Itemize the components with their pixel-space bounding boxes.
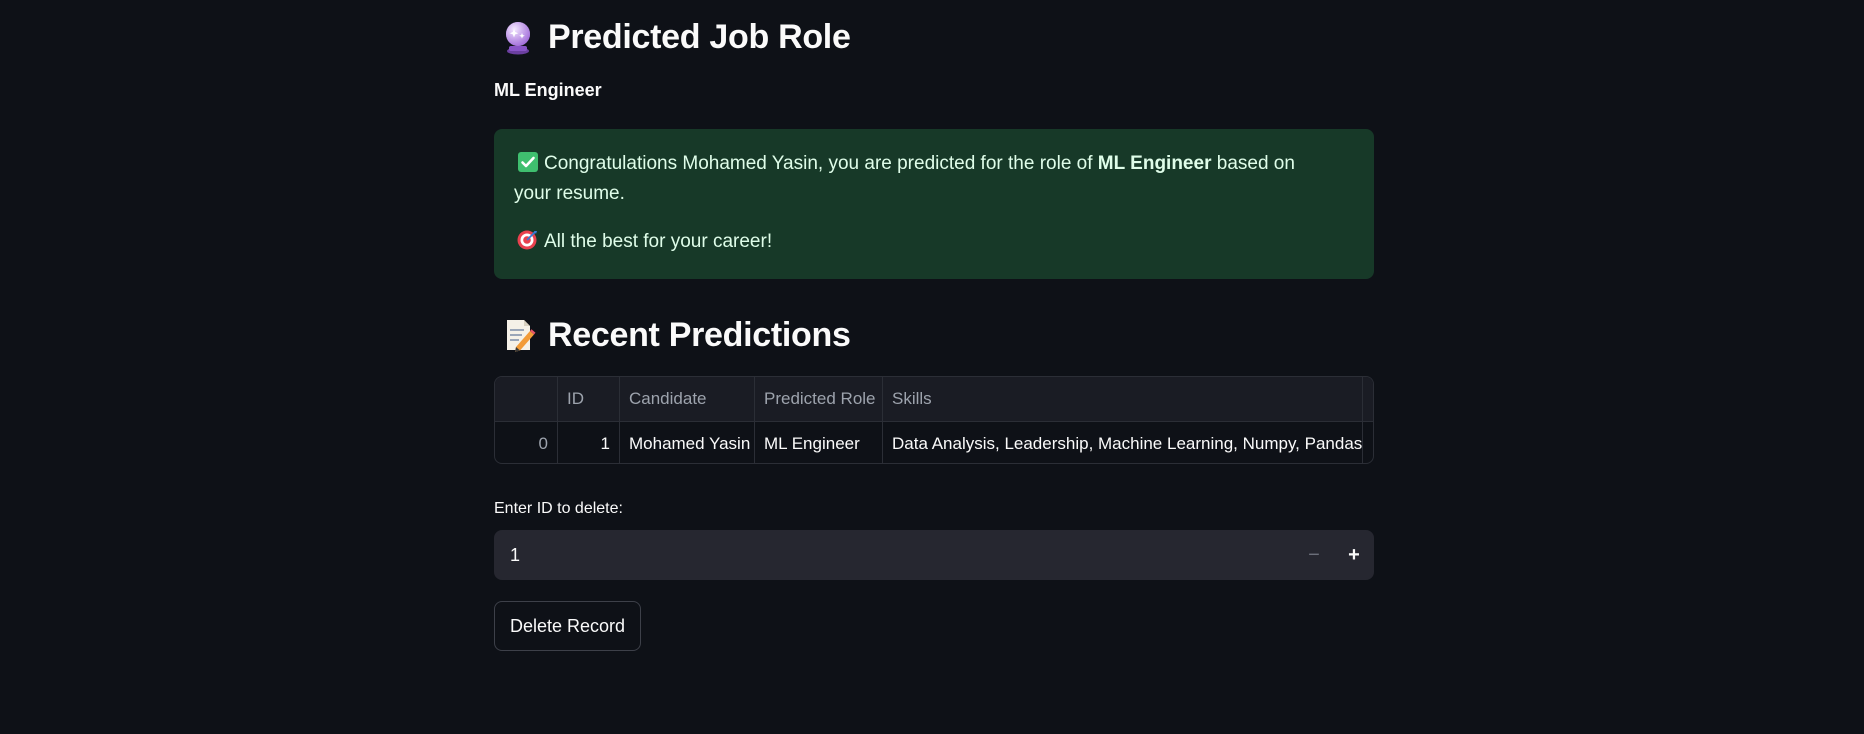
congratulations-role: ML Engineer xyxy=(1097,153,1212,174)
column-header-skills[interactable]: Skills xyxy=(883,377,1363,421)
column-header-id[interactable]: ID xyxy=(558,377,620,421)
table-header-row: ID Candidate Predicted Role Skills xyxy=(495,377,1373,422)
congratulations-message: Congratulations Mohamed Yasin, you are p… xyxy=(514,149,1334,209)
delete-id-number-input: − + xyxy=(494,530,1374,580)
check-mark-icon xyxy=(518,152,538,172)
predicted-role-heading-text: Predicted Job Role xyxy=(548,17,851,56)
predicted-role-cell[interactable]: ML Engineer xyxy=(755,422,883,463)
memo-icon xyxy=(507,320,536,352)
congratulations-text-before: Congratulations Mohamed Yasin, you are p… xyxy=(544,153,1098,174)
column-header-index[interactable] xyxy=(495,377,558,421)
row-index-cell[interactable]: 0 xyxy=(495,422,558,463)
recent-predictions-heading-text: Recent Predictions xyxy=(548,315,851,354)
crystal-ball-icon xyxy=(506,22,530,55)
predicted-role-value: ML Engineer xyxy=(494,80,602,100)
column-header-candidate[interactable]: Candidate xyxy=(620,377,755,421)
decrement-button[interactable]: − xyxy=(1294,530,1334,580)
predicted-role-heading: Predicted Job Role xyxy=(500,0,851,74)
best-wishes-message: All the best for your career! xyxy=(514,229,1354,255)
predictions-table[interactable]: ID Candidate Predicted Role Skills 0 1 M… xyxy=(494,376,1374,464)
success-alert: Congratulations Mohamed Yasin, you are p… xyxy=(494,129,1374,279)
increment-button[interactable]: + xyxy=(1334,530,1374,580)
skills-cell[interactable]: Data Analysis, Leadership, Machine Learn… xyxy=(883,422,1363,463)
best-wishes-text: All the best for your career! xyxy=(544,231,773,252)
column-header-predicted-role[interactable]: Predicted Role xyxy=(755,377,883,421)
recent-predictions-heading: Recent Predictions xyxy=(500,298,851,372)
target-icon xyxy=(517,230,537,250)
delete-record-button[interactable]: Delete Record xyxy=(494,601,642,651)
candidate-cell[interactable]: Mohamed Yasin xyxy=(620,422,755,463)
table-row: 0 1 Mohamed Yasin ML Engineer Data Analy… xyxy=(495,422,1373,463)
id-cell[interactable]: 1 xyxy=(558,422,620,463)
delete-id-input[interactable] xyxy=(494,543,1294,567)
delete-id-label: Enter ID to delete: xyxy=(494,500,623,517)
